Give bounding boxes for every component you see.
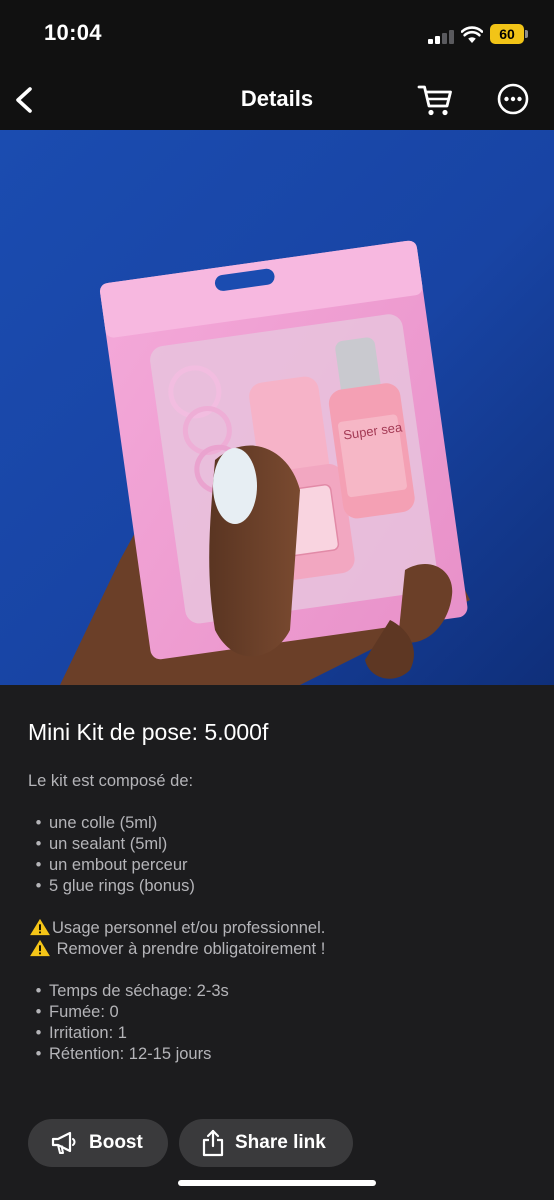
product-title: Mini Kit de pose: 5.000f	[28, 719, 269, 745]
cellular-signal-icon	[428, 28, 454, 44]
battery-level: 60	[490, 24, 524, 44]
cart-button[interactable]	[416, 80, 456, 120]
list-item: • une colle (5ml)	[35, 814, 158, 832]
list-item: • 5 glue rings (bonus)	[35, 877, 195, 895]
list-item: • un sealant (5ml)	[35, 835, 168, 853]
product-photo[interactable]: Super sea	[0, 130, 554, 685]
product-photo-illustration: Super sea	[0, 130, 554, 685]
warning-line: Remover à prendre obligatoirement !	[28, 939, 528, 960]
product-description: Le kit est composé de: • une colle (5ml) …	[28, 771, 528, 1065]
page-title: Details	[240, 86, 314, 111]
megaphone-icon	[51, 1131, 76, 1154]
battery-icon: 60	[490, 24, 528, 44]
share-link-label: Share link	[235, 1132, 326, 1153]
list-item: • Irritation: 1	[35, 1024, 127, 1042]
share-icon	[202, 1129, 224, 1157]
list-item: • un embout perceur	[35, 856, 188, 874]
description-intro: Le kit est composé de:	[28, 772, 194, 790]
list-item: • Fumée: 0	[35, 1003, 119, 1021]
status-time: 10:04	[44, 20, 102, 45]
warning-line: Usage personnel et/ou professionnel.	[28, 918, 528, 939]
share-link-button[interactable]: Share link	[179, 1119, 353, 1167]
home-indicator	[178, 1180, 376, 1186]
nav-bar: Details	[0, 70, 554, 130]
warning-icon	[30, 918, 50, 936]
product-details: Mini Kit de pose: 5.000f Le kit est comp…	[0, 685, 554, 1200]
list-item: • Temps de séchage: 2-3s	[35, 982, 229, 1000]
cart-icon	[417, 85, 452, 116]
list-item: • Rétention: 12-15 jours	[35, 1045, 212, 1063]
status-bar: 10:04 60	[0, 0, 554, 70]
wifi-icon	[461, 26, 483, 43]
more-options-button[interactable]	[494, 80, 534, 120]
ellipsis-circle-icon	[497, 83, 529, 115]
boost-label: Boost	[89, 1132, 143, 1153]
warning-icon	[30, 939, 50, 957]
boost-button[interactable]: Boost	[28, 1119, 168, 1167]
